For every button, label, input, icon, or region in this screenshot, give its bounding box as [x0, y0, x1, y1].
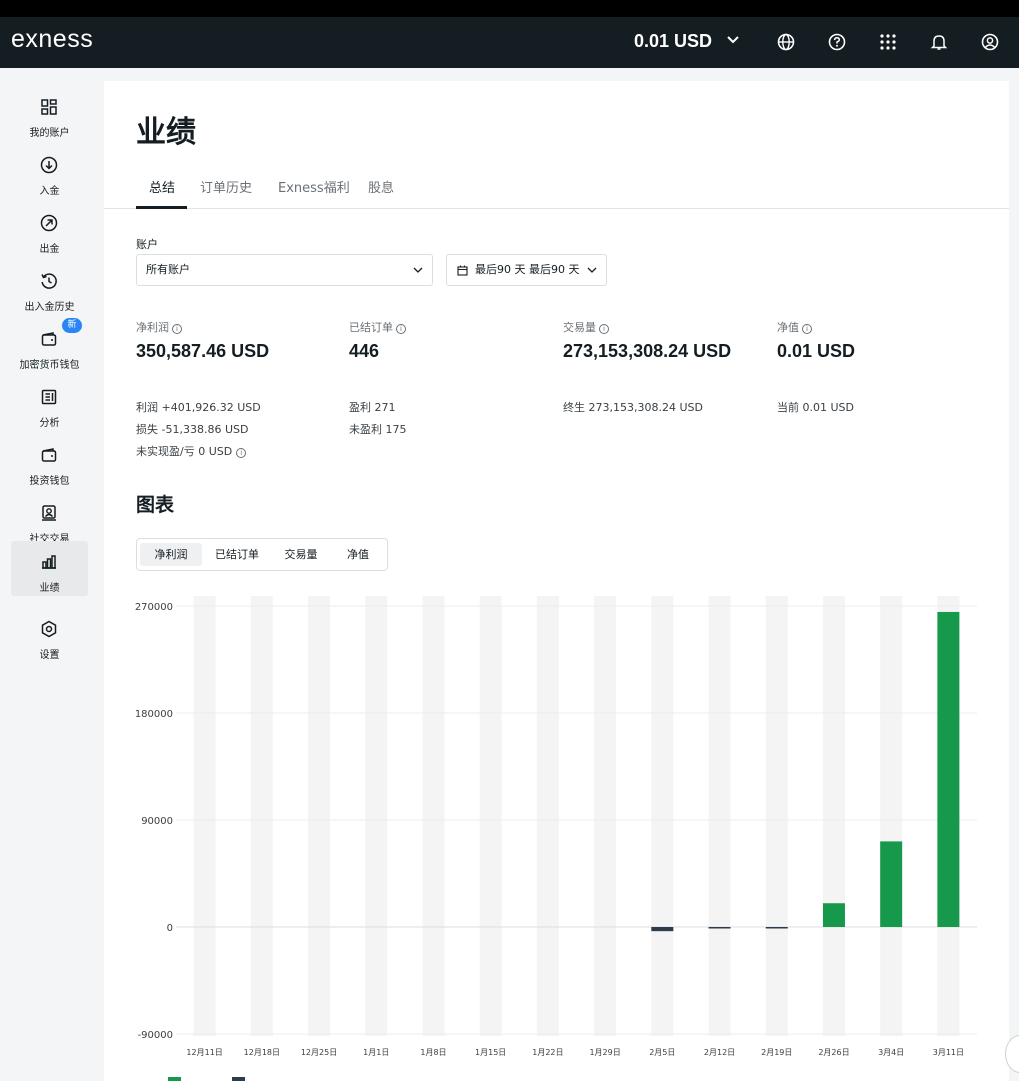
x-tick-label: 2月12日: [704, 1048, 735, 1057]
social-trading-icon: [42, 505, 56, 521]
sidebar-item-label: 设置: [39, 650, 60, 661]
chart-column-background: [308, 596, 331, 1036]
sidebar-item-label: 业绩: [39, 583, 60, 594]
chart-column-background: [365, 596, 388, 1036]
bell-icon[interactable]: [930, 33, 948, 51]
chart-bar: [822, 903, 845, 927]
top-navigation-bar: exness 0.01 USD: [0, 17, 1019, 68]
chart-bar: [708, 927, 731, 929]
x-tick-label: 3月4日: [878, 1048, 904, 1057]
chart-column-background: [880, 596, 903, 1036]
x-tick-label: 1月1日: [363, 1048, 389, 1057]
x-tick-label: 1月29日: [589, 1048, 620, 1057]
y-tick-label: 0: [167, 923, 173, 934]
performance-icon: [42, 555, 56, 569]
sidebar-item-label: 入金: [39, 186, 60, 197]
chart-bar: [651, 927, 674, 932]
x-tick-label: 12月11日: [186, 1048, 222, 1057]
chart-bar: [937, 611, 960, 927]
y-tick-label: 90000: [141, 816, 173, 827]
user-icon[interactable]: [981, 33, 999, 51]
chart-column-background: [250, 596, 273, 1036]
sidebar-item-investment-wallet[interactable]: 投资钱包: [11, 438, 88, 493]
chart-bar: [880, 841, 903, 927]
sidebar-item-label: 加密货币钱包: [19, 360, 80, 371]
chart-column-background: [765, 596, 788, 1036]
sidebar-item-withdraw[interactable]: 出金: [11, 206, 88, 261]
withdraw-icon: [40, 214, 58, 232]
exness-logo[interactable]: exness: [11, 25, 93, 54]
sidebar-item-settings[interactable]: 设置: [11, 612, 88, 667]
sidebar-item-label: 投资钱包: [29, 476, 70, 487]
wallet-icon: [41, 448, 57, 462]
x-tick-label: 12月25日: [301, 1048, 337, 1057]
chart-bar: [765, 927, 788, 929]
x-tick-label: 2月5日: [649, 1048, 675, 1057]
sidebar: 我的账户 入金 出金 出入金历史 新 加密货币钱包 分析 投资钱包 社交交易 业…: [0, 68, 97, 1081]
legend-negative-swatch: [232, 1077, 245, 1081]
sidebar-item-label: 出入金历史: [24, 302, 75, 313]
sidebar-item-performance[interactable]: 业绩: [11, 541, 88, 596]
new-badge: 新: [62, 318, 82, 333]
y-tick-label: 270000: [135, 602, 173, 613]
history-icon: [41, 273, 57, 289]
x-tick-label: 1月15日: [475, 1048, 506, 1057]
chart-column-background: [422, 596, 445, 1036]
x-tick-label: 2月26日: [818, 1048, 849, 1057]
y-tick-label: 180000: [135, 709, 173, 720]
legend-positive-swatch: [168, 1077, 181, 1081]
sidebar-item-analytics[interactable]: 分析: [11, 380, 88, 435]
chart-column-background: [651, 596, 674, 1036]
sidebar-item-my-account[interactable]: 我的账户: [11, 90, 88, 145]
sidebar-item-deposit[interactable]: 入金: [11, 148, 88, 203]
balance-selector[interactable]: 0.01 USD: [634, 31, 712, 52]
y-tick-label: -90000: [138, 1030, 173, 1041]
help-icon[interactable]: [828, 33, 846, 51]
main-content: 业绩 总结 订单历史 Exness福利 股息 账户 所有账户 最后90 天 最后…: [104, 81, 1009, 1081]
chart-column-background: [479, 596, 502, 1036]
sidebar-item-crypto-wallet[interactable]: 新 加密货币钱包: [11, 318, 88, 377]
x-tick-label: 3月11日: [933, 1048, 964, 1057]
apps-grid-icon[interactable]: [879, 33, 897, 51]
net-profit-bar-chart: 270000 180000 90000 0 -90000 12月11日 12月18日 12月2…: [135, 596, 977, 1057]
chart-column-background: [193, 596, 216, 1036]
chart-column-background: [822, 596, 845, 1036]
sidebar-item-label: 分析: [39, 418, 60, 429]
x-tick-label: 2月19日: [761, 1048, 792, 1057]
globe-icon[interactable]: [777, 33, 795, 51]
chart-column-background: [708, 596, 731, 1036]
deposit-icon: [40, 156, 58, 174]
settings-icon: [41, 620, 57, 638]
sidebar-item-history[interactable]: 出入金历史: [11, 264, 88, 319]
chart-column-background: [594, 596, 617, 1036]
analytics-icon: [41, 389, 57, 405]
x-tick-label: 12月18日: [244, 1048, 280, 1057]
dashboard-icon: [41, 99, 57, 115]
wallet-icon: [41, 332, 57, 346]
chart-column-background: [536, 596, 559, 1036]
sidebar-item-label: 出金: [39, 244, 60, 255]
bookmarks-bar: [0, 0, 1019, 17]
x-tick-label: 1月22日: [532, 1048, 563, 1057]
chevron-down-icon[interactable]: [726, 35, 740, 45]
sidebar-item-label: 我的账户: [29, 128, 70, 139]
x-tick-label: 1月8日: [420, 1048, 446, 1057]
